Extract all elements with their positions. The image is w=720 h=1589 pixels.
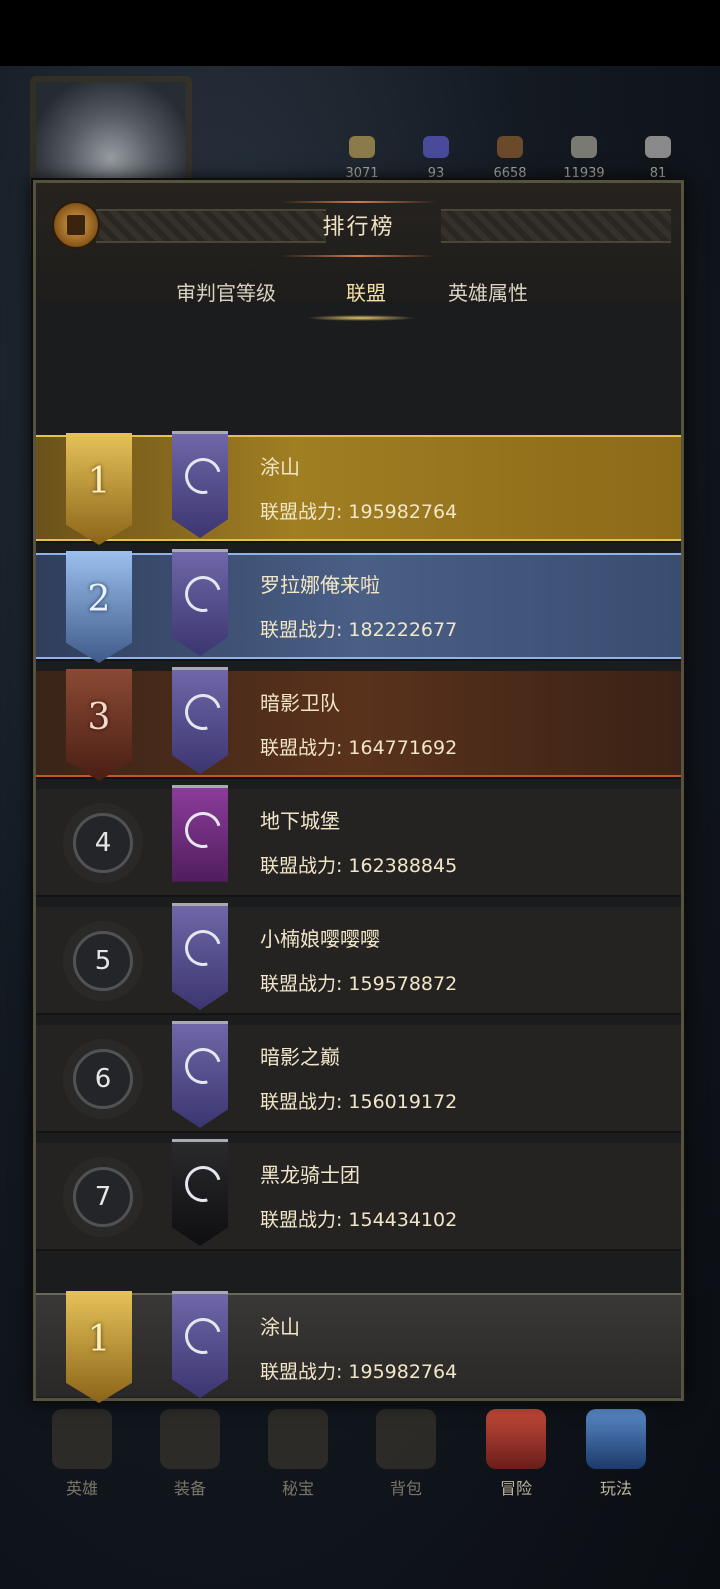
rank-1-medal-icon: 1 (66, 1291, 132, 1403)
equip-icon (160, 1409, 220, 1469)
bottom-nav: 英雄 装备 秘宝 背包 冒险 玩法 (40, 1401, 680, 1521)
nav-treasure-button[interactable]: 秘宝 (256, 1401, 340, 1511)
my-alliance-row[interactable]: 1 涂山 联盟战力: 195982764 (36, 1291, 681, 1403)
header-flourish (281, 255, 436, 257)
list-item[interactable]: 3 暗影卫队 联盟战力: 164771692 (36, 667, 681, 781)
alliance-power: 联盟战力: 162388845 (260, 855, 458, 877)
resource-iron: 81 (628, 136, 688, 181)
resource-stone: 11939 (554, 136, 614, 181)
list-item[interactable]: 5 小楠娘嘤嘤嘤 联盟战力: 159578872 (36, 903, 681, 1015)
alliance-power: 联盟战力: 195982764 (260, 501, 458, 523)
nav-play-button[interactable]: 玩法 (574, 1401, 658, 1511)
alliance-banner-icon (172, 1291, 228, 1398)
alliance-banner-icon (172, 1139, 228, 1246)
list-item[interactable]: 6 暗影之巅 联盟战力: 156019172 (36, 1021, 681, 1133)
wood-icon (497, 136, 523, 158)
alliance-name: 暗影卫队 (260, 691, 340, 715)
nav-bag-button[interactable]: 背包 (364, 1401, 448, 1511)
bag-icon (376, 1409, 436, 1469)
tab-judge-level[interactable]: 审判官等级 (176, 277, 276, 306)
alliance-power: 联盟战力: 159578872 (260, 973, 458, 995)
rank-1-medal-icon: 1 (66, 433, 132, 545)
rank-badge: 7 (73, 1167, 133, 1227)
tab-bar: 审判官等级 联盟 英雄属性 (36, 277, 681, 321)
iron-icon (645, 136, 671, 158)
rank-2-medal-icon: 2 (66, 551, 132, 663)
hero-icon (52, 1409, 112, 1469)
adventure-icon (486, 1409, 546, 1469)
alliance-name: 涂山 (260, 455, 300, 479)
resource-gold: 3071 (332, 136, 392, 181)
treasure-icon (268, 1409, 328, 1469)
alliance-name: 小楠娘嘤嘤嘤 (260, 927, 380, 951)
tab-alliance[interactable]: 联盟 (346, 277, 386, 306)
alliance-name: 黑龙骑士团 (260, 1163, 360, 1187)
nav-adventure-button[interactable]: 冒险 (474, 1401, 558, 1511)
rank-badge: 4 (73, 813, 133, 873)
header-flourish (281, 201, 436, 203)
alliance-name: 罗拉娜俺来啦 (260, 573, 380, 597)
alliance-name: 地下城堡 (260, 809, 340, 833)
list-item[interactable]: 7 黑龙骑士团 联盟战力: 154434102 (36, 1139, 681, 1251)
list-item[interactable]: 2 罗拉娜俺来啦 联盟战力: 182222677 (36, 549, 681, 663)
page-title: 排行榜 (322, 215, 395, 240)
tab-hero-attributes[interactable]: 英雄属性 (448, 277, 528, 306)
stone-icon (571, 136, 597, 158)
nav-equip-button[interactable]: 装备 (148, 1401, 232, 1511)
alliance-banner-icon (172, 667, 228, 774)
alliance-power: 联盟战力: 164771692 (260, 737, 458, 759)
resource-wood: 6658 (480, 136, 540, 181)
tab-active-indicator (306, 315, 416, 321)
alliance-name: 暗影之巅 (260, 1045, 340, 1069)
alliance-power: 联盟战力: 156019172 (260, 1091, 458, 1113)
resource-crystal: 93 (406, 136, 466, 181)
crystal-icon (423, 136, 449, 158)
alliance-power: 联盟战力: 154434102 (260, 1209, 458, 1231)
rank-badge: 5 (73, 931, 133, 991)
play-icon (586, 1409, 646, 1469)
alliance-banner-icon (172, 431, 228, 538)
alliance-power: 联盟战力: 182222677 (260, 619, 458, 641)
alliance-banner-icon (172, 549, 228, 656)
rank-badge: 6 (73, 1049, 133, 1109)
nav-hero-button[interactable]: 英雄 (40, 1401, 124, 1511)
alliance-banner-icon (172, 903, 228, 1010)
alliance-power: 联盟战力: 195982764 (260, 1361, 458, 1383)
leaderboard-panel: 排行榜 审判官等级 联盟 英雄属性 1 涂山 联盟战力: 195982764 2 … (33, 180, 684, 1403)
list-item[interactable]: 1 涂山 联盟战力: 195982764 (36, 431, 681, 545)
rank-3-medal-icon: 3 (66, 669, 132, 781)
alliance-banner-icon (172, 1021, 228, 1128)
list-item[interactable]: 4 地下城堡 联盟战力: 162388845 (36, 785, 681, 897)
alliance-banner-icon (172, 785, 228, 892)
alliance-name: 涂山 (260, 1315, 300, 1339)
status-bar (0, 0, 720, 66)
gold-coin-icon (349, 136, 375, 158)
